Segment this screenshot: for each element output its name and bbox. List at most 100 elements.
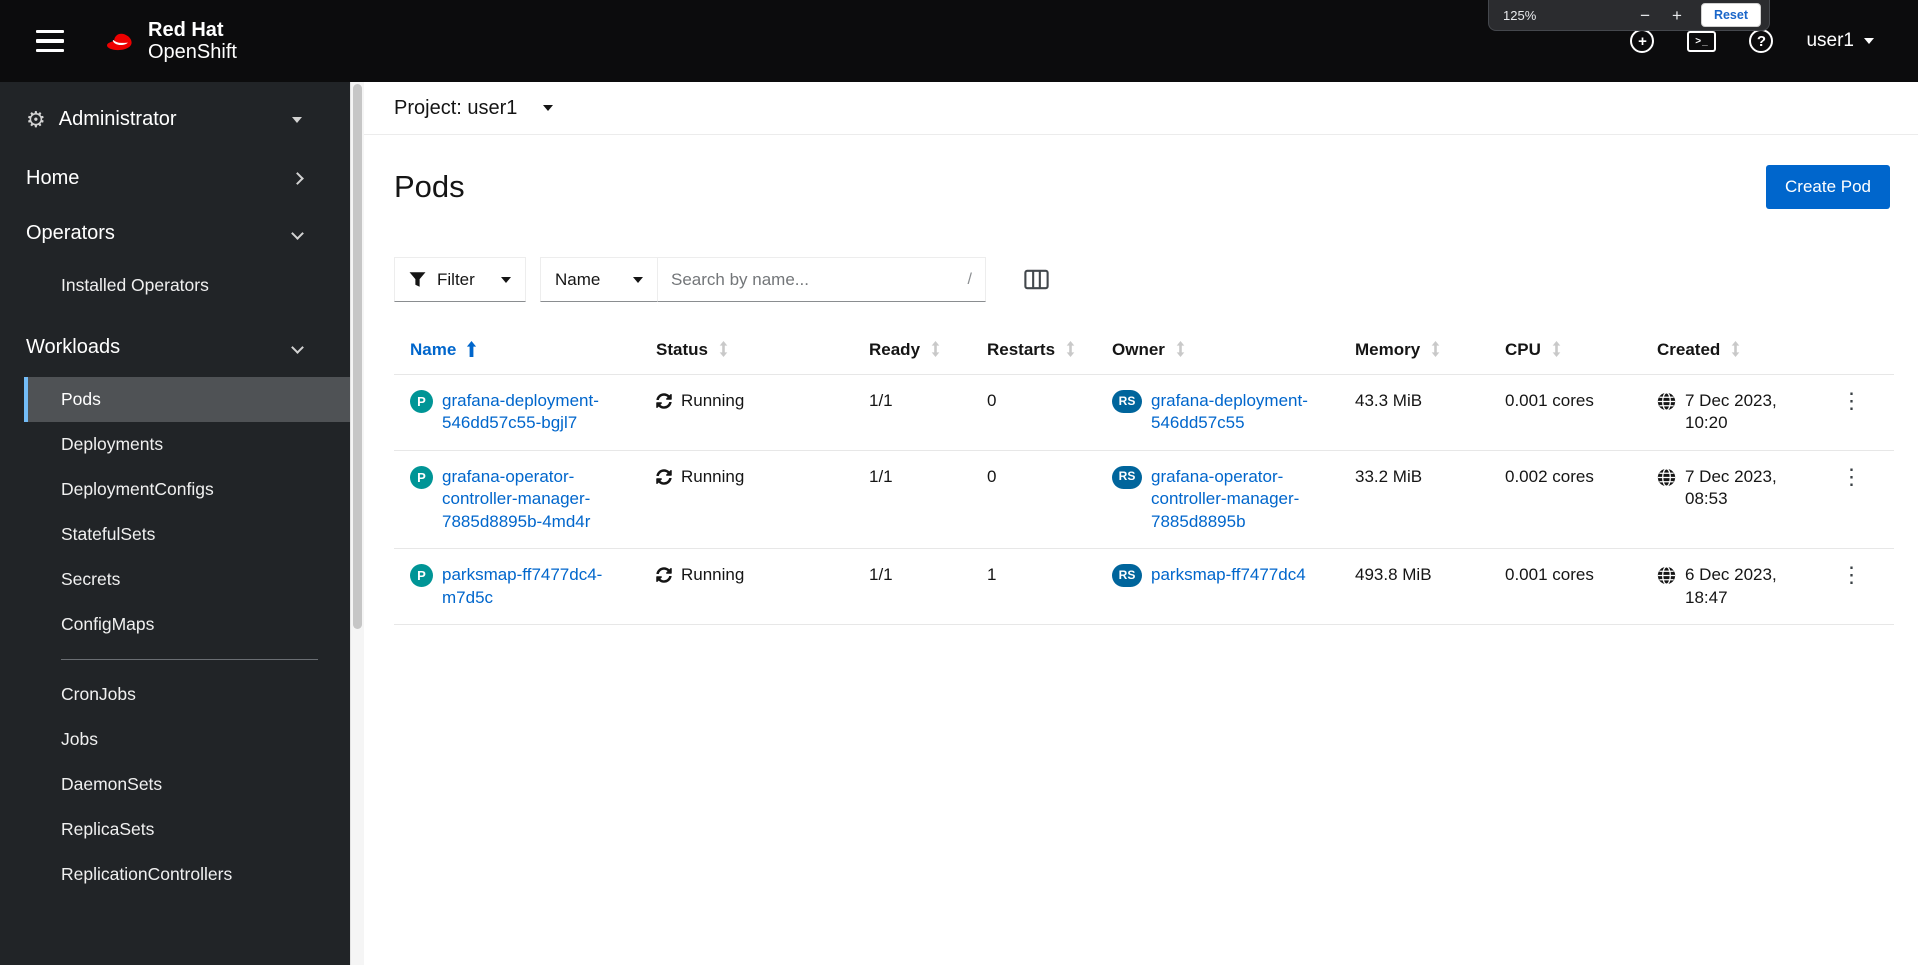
pod-link[interactable]: grafana-operator-controller-manager-7885… [442,466,624,533]
pod-badge: P [410,390,433,413]
chevron-down-icon [291,227,304,240]
column-header-cpu[interactable]: CPU [1489,326,1641,375]
pod-link[interactable]: grafana-deployment-546dd57c55-bgjl7 [442,390,624,435]
sidebar-scrollbar[interactable] [350,82,364,965]
project-selector[interactable]: Project: user1 [394,97,554,120]
sidebar-item-jobs[interactable]: Jobs [24,717,350,762]
column-header-status[interactable]: Status [640,326,853,375]
sort-icon [1065,341,1076,357]
nav-toggle-button[interactable] [30,24,70,59]
kebab-menu-button[interactable]: ⋮ [1833,564,1871,586]
created-text: 6 Dec 2023, 18:47 [1685,565,1777,607]
owner-link[interactable]: grafana-operator-controller-manager-7885… [1151,466,1323,533]
attribute-dropdown[interactable]: Name [540,257,658,302]
timestamp-icon [1657,468,1676,487]
sidebar-item-statefulsets[interactable]: StatefulSets [24,512,350,557]
column-header-owner[interactable]: Owner [1096,326,1339,375]
user-menu-label: user1 [1806,30,1854,51]
cell-actions: ⋮ [1809,450,1894,550]
column-header-created[interactable]: Created [1641,326,1809,375]
sort-icon [718,341,729,357]
column-header-label: Ready [869,340,921,359]
filter-dropdown[interactable]: Filter [394,257,526,302]
cell-created: 7 Dec 2023, 10:20 [1641,374,1809,451]
sidebar-item-deploymentconfigs[interactable]: DeploymentConfigs [24,467,350,512]
sidebar-item-pods[interactable]: Pods [24,377,350,422]
sidebar-section-label: Operators [26,222,115,244]
cell-ready: 1/1 [853,374,971,451]
help-button[interactable]: ? [1749,29,1774,53]
table-body: Pgrafana-deployment-546dd57c55-bgjl7 Runn… [394,374,1894,626]
status-text: Running [681,466,745,486]
kebab-menu-button[interactable]: ⋮ [1833,465,1871,488]
pods-table-wrap: Name Status Ready Restarts Owner Memory CPU Cre… [394,326,1894,626]
column-header-restarts[interactable]: Restarts [971,326,1096,375]
zoom-in-button[interactable]: + [1669,7,1685,24]
plus-circle-icon: + [1630,29,1655,53]
page-title: Pods [394,169,465,204]
create-pod-button[interactable]: Create Pod [1766,165,1890,209]
caret-down-icon [543,105,554,111]
pods-table: Name Status Ready Restarts Owner Memory CPU Cre… [394,326,1894,626]
cell-memory: 493.8 MiB [1339,548,1489,626]
cell-actions: ⋮ [1809,548,1894,626]
owner-link[interactable]: grafana-deployment-546dd57c55 [1151,390,1323,435]
pod-link[interactable]: parksmap-ff7477dc4-m7d5c [442,564,624,609]
column-header-label: Restarts [987,340,1056,359]
help-icon: ? [1749,29,1774,53]
page-header: Pods Create Pod [364,135,1918,209]
cell-owner: RS grafana-operator-controller-manager-78… [1096,450,1339,550]
scrollbar-thumb[interactable] [353,84,362,629]
cell-cpu: 0.002 cores [1489,450,1641,550]
owner-link[interactable]: parksmap-ff7477dc4 [1151,564,1306,586]
sidebar-item-cronjobs[interactable]: CronJobs [24,672,350,717]
sidebar-item-configmaps[interactable]: ConfigMaps [24,602,350,647]
subnav-workloads: Pods Deployments DeploymentConfigs Stateful… [24,377,350,897]
sidebar-item-replicationcontrollers[interactable]: ReplicationControllers [24,852,350,897]
sort-icon [1430,341,1441,357]
sidebar-item-installed-operators[interactable]: Installed Operators [24,263,350,308]
sort-icon [1551,341,1562,357]
zoom-reset-button[interactable]: Reset [1700,3,1761,27]
attribute-dropdown-label: Name [555,269,601,289]
cell-actions: ⋮ [1809,374,1894,451]
perspective-label: Administrator [58,108,177,130]
sidebar-section-workloads[interactable]: Workloads [0,320,350,375]
column-management-button[interactable] [1024,269,1049,290]
kebab-menu-button[interactable]: ⋮ [1833,390,1871,412]
columns-icon [1024,269,1049,290]
cell-cpu: 0.001 cores [1489,548,1641,626]
sidebar-item-secrets[interactable]: Secrets [24,557,350,602]
quick-create-button[interactable]: + [1630,29,1655,53]
search-group: Name / [540,257,986,302]
column-header-ready[interactable]: Ready [853,326,971,375]
user-menu[interactable]: user1 [1806,30,1874,52]
masthead-toolbar: + >_ ? user1 [1630,29,1874,53]
zoom-out-button[interactable]: − [1637,7,1653,24]
sidebar-section-home[interactable]: Home [0,151,350,206]
sidebar-section-operators[interactable]: Operators [0,206,350,261]
column-header-memory[interactable]: Memory [1339,326,1489,375]
pod-badge: P [410,564,433,588]
sidebar-item-replicasets[interactable]: ReplicaSets [24,807,350,852]
timestamp-icon [1657,566,1676,585]
pod-badge: P [410,465,433,489]
nav-sections: Home Operators Installed Operators Workload… [0,151,350,897]
column-header-name[interactable]: Name [394,326,640,375]
cell-cpu: 0.001 cores [1489,374,1641,451]
cell-restarts: 0 [971,374,1096,451]
filter-dropdown-label: Filter [437,269,475,289]
perspective-switcher[interactable]: ⚙ Administrator [0,82,350,151]
search-input[interactable] [658,258,985,301]
subnav-operators: Installed Operators [24,263,350,308]
chevron-down-icon [291,341,304,354]
timestamp-icon [1657,392,1676,411]
status-text: Running [681,391,745,410]
cell-status: Running [640,450,853,550]
table-row: Pparksmap-ff7477dc4-m7d5c Running 1/1 1 RS pa… [394,548,1894,626]
sidebar-item-deployments[interactable]: Deployments [24,422,350,467]
sidebar-item-daemonsets[interactable]: DaemonSets [24,762,350,807]
web-terminal-button[interactable]: >_ [1687,30,1717,52]
sync-icon [656,393,672,409]
created-text: 7 Dec 2023, 10:20 [1685,391,1777,433]
